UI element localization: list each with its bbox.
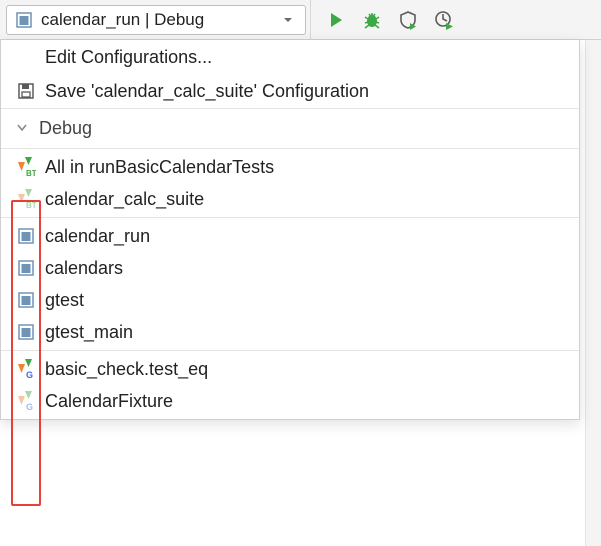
config-label: CalendarFixture (45, 391, 173, 412)
save-configuration-item[interactable]: Save 'calendar_calc_suite' Configuration (1, 74, 579, 108)
run-config-selector[interactable]: calendar_run | Debug (6, 5, 306, 35)
config-label: All in runBasicCalendarTests (45, 157, 274, 178)
config-item[interactable]: G CalendarFixture (1, 385, 579, 417)
config-label: calendars (45, 258, 123, 279)
config-label: gtest (45, 290, 84, 311)
menu-label: Edit Configurations... (45, 47, 212, 68)
chevron-down-icon (277, 9, 299, 31)
toolbar-actions (310, 0, 455, 39)
toolbar: calendar_run | Debug (0, 0, 601, 40)
config-item[interactable]: calendars (1, 252, 579, 284)
section-label: Debug (39, 118, 92, 139)
svg-text:BT: BT (26, 201, 36, 209)
profile-icon[interactable] (433, 9, 455, 31)
app-icon (13, 9, 35, 31)
config-label: basic_check.test_eq (45, 359, 208, 380)
edit-configurations-item[interactable]: Edit Configurations... (1, 40, 579, 74)
debug-section-header[interactable]: Debug (1, 108, 579, 148)
menu-label: Save 'calendar_calc_suite' Configuration (45, 81, 369, 102)
config-label: calendar_run (45, 226, 150, 247)
expand-chevron-icon (15, 118, 29, 139)
coverage-icon[interactable] (397, 9, 419, 31)
background-fill (585, 40, 601, 546)
config-label: gtest_main (45, 322, 133, 343)
run-config-dropdown: Edit Configurations... Save 'calendar_ca… (0, 40, 580, 420)
config-item[interactable]: calendar_run (1, 220, 579, 252)
run-icon[interactable] (325, 9, 347, 31)
config-item[interactable]: BT All in runBasicCalendarTests (1, 151, 579, 183)
app-icon (15, 225, 37, 247)
app-icon (15, 289, 37, 311)
boost-test-icon: BT (15, 156, 37, 178)
run-config-label: calendar_run | Debug (41, 10, 271, 30)
svg-text:G: G (26, 402, 33, 411)
svg-text:BT: BT (26, 169, 36, 177)
svg-text:G: G (26, 370, 33, 379)
config-item[interactable]: gtest_main (1, 316, 579, 348)
save-icon (15, 80, 37, 102)
config-item[interactable]: BT calendar_calc_suite (1, 183, 579, 215)
blank-icon (15, 46, 37, 68)
config-label: calendar_calc_suite (45, 189, 204, 210)
config-group-application: calendar_run calendars gtest gtest_main (1, 217, 579, 350)
app-icon (15, 321, 37, 343)
boost-test-icon: BT (15, 188, 37, 210)
config-group-boost-test: BT All in runBasicCalendarTests BT calen… (1, 148, 579, 217)
google-test-icon: G (15, 358, 37, 380)
config-item[interactable]: gtest (1, 284, 579, 316)
app-icon (15, 257, 37, 279)
debug-icon[interactable] (361, 9, 383, 31)
config-item[interactable]: G basic_check.test_eq (1, 353, 579, 385)
google-test-icon: G (15, 390, 37, 412)
config-group-google-test: G basic_check.test_eq G CalendarFixture (1, 350, 579, 419)
